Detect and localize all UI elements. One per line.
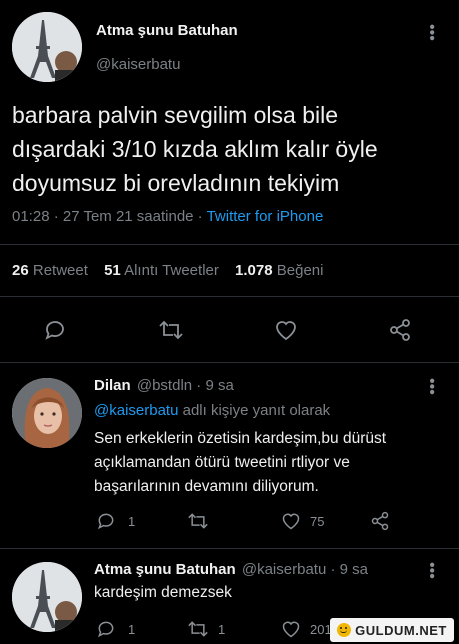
reply-text-line: başarılarının devamını diliyorum.: [94, 478, 319, 495]
reply-count: 1: [128, 514, 136, 529]
reply-icon[interactable]: [43, 318, 67, 342]
author-name[interactable]: Atma şunu Batuhan: [96, 22, 238, 39]
tweet-text-line: barbara palvin sevgilim olsa bile: [12, 102, 338, 128]
reply-avatar[interactable]: [12, 562, 82, 632]
reply-context: @kaiserbatu adlı kişiye yanıt olarak: [94, 402, 330, 419]
reply-icon[interactable]: [96, 511, 116, 531]
reply-header: Atma şunu Batuhan @kaiserbatu · 9 sa: [94, 561, 368, 578]
share-icon[interactable]: [370, 511, 390, 531]
retweet-count[interactable]: 26: [12, 262, 29, 279]
retweet-icon[interactable]: [187, 619, 209, 639]
tweet-text-line: dışardaki 3/10 kızda aklım kalır öyle: [12, 136, 378, 162]
retweet-icon[interactable]: [187, 511, 209, 531]
quote-label[interactable]: Alıntı Tweetler: [124, 262, 219, 279]
like-count: 75: [310, 514, 325, 529]
like-icon[interactable]: [273, 318, 299, 342]
reply-handle-time[interactable]: @bstdln · 9 sa: [137, 377, 234, 394]
author-avatar[interactable]: [12, 12, 82, 82]
reply-text-line: Sen erkeklerin özetisin kardeşim,bu dürü…: [94, 430, 387, 447]
more-options-icon[interactable]: •••: [423, 24, 440, 41]
watermark: GULDUM.NET: [330, 618, 454, 642]
tweet-timestamp: 01:28 · 27 Tem 21 saatinde ·: [12, 208, 207, 225]
reply-to-handle[interactable]: @kaiserbatu: [94, 402, 178, 419]
author-handle[interactable]: @kaiserbatu: [96, 56, 180, 73]
retweet-count: 1: [218, 622, 226, 637]
reply-count: 1: [128, 622, 136, 637]
share-icon[interactable]: [388, 318, 412, 342]
smiley-icon: [337, 623, 352, 637]
reply-avatar[interactable]: [12, 378, 82, 448]
tweet-meta: 01:28 · 27 Tem 21 saatinde · Twitter for…: [12, 208, 323, 225]
like-icon[interactable]: [280, 511, 302, 531]
engagement-stats: 26 Retweet 51 Alıntı Tweetler 1.078 Beğe…: [12, 262, 323, 279]
quote-count[interactable]: 51: [104, 262, 121, 279]
divider: [0, 244, 459, 245]
more-options-icon[interactable]: •••: [423, 562, 440, 579]
reply-icon[interactable]: [96, 619, 116, 639]
divider: [0, 548, 459, 549]
like-count: 201: [310, 622, 332, 637]
tweet-text-line: doyumsuz bi orevladının tekiyim: [12, 170, 340, 196]
reply-handle-time[interactable]: @kaiserbatu · 9 sa: [242, 561, 368, 578]
like-icon[interactable]: [280, 619, 302, 639]
divider: [0, 362, 459, 363]
like-count[interactable]: 1.078: [235, 262, 273, 279]
reply-author-name[interactable]: Dilan: [94, 377, 131, 394]
reply-text-line: kardeşim demezsek: [94, 584, 232, 601]
divider: [0, 296, 459, 297]
reply-author-name[interactable]: Atma şunu Batuhan: [94, 561, 236, 578]
retweet-label[interactable]: Retweet: [33, 262, 88, 279]
retweet-icon[interactable]: [158, 318, 184, 342]
reply-to-suffix: adlı kişiye yanıt olarak: [178, 402, 331, 419]
more-options-icon[interactable]: •••: [423, 378, 440, 395]
reply-text-line: açıklamandan ötürü tweetini rtliyor ve: [94, 454, 350, 471]
reply-header: Dilan @bstdln · 9 sa: [94, 377, 234, 394]
watermark-text: GULDUM.NET: [355, 622, 447, 638]
like-label[interactable]: Beğeni: [277, 262, 324, 279]
tweet-source[interactable]: Twitter for iPhone: [207, 208, 324, 225]
